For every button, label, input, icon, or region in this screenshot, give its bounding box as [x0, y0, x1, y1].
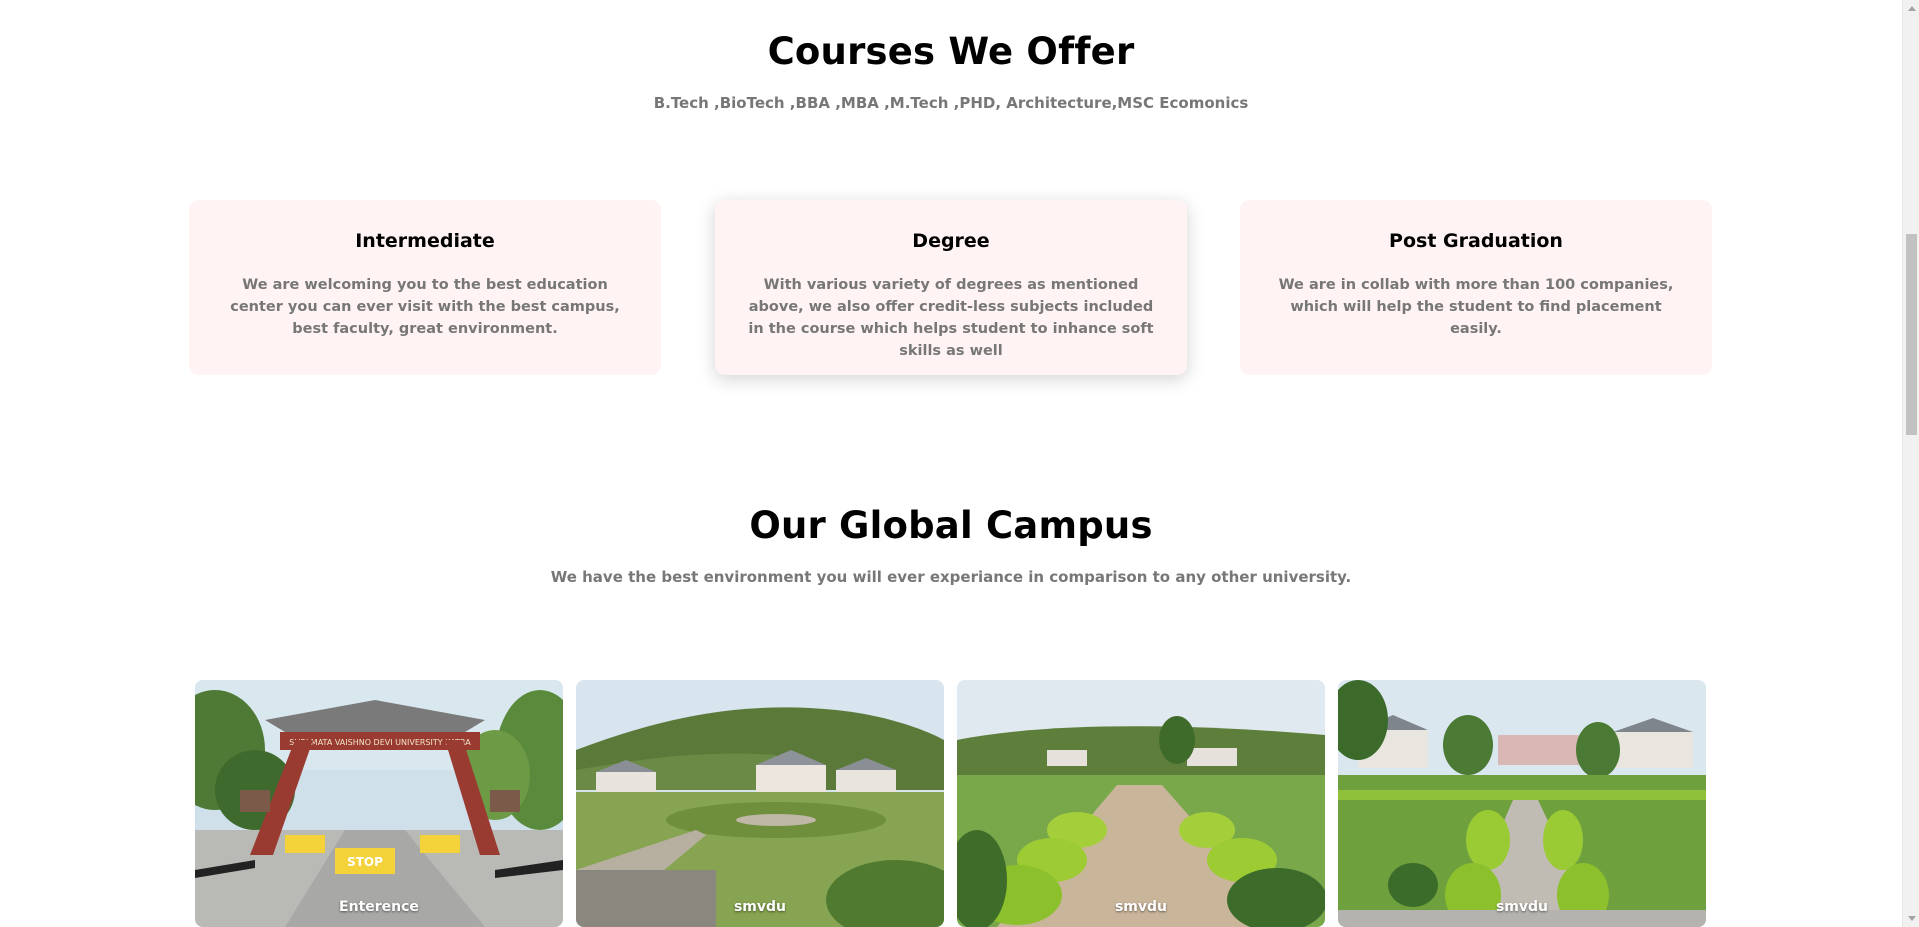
campus-photo-entrance[interactable]: SHRI MATA VAISHNO DEVI UNIVERSITY KATRA …: [195, 680, 563, 927]
campus-gallery: SHRI MATA VAISHNO DEVI UNIVERSITY KATRA …: [195, 680, 1707, 927]
campus-hillside-image: [576, 680, 944, 927]
course-card-title: Degree: [912, 230, 990, 252]
campus-title: Our Global Campus: [749, 504, 1153, 547]
scroll-down-arrow-icon[interactable]: [1903, 910, 1919, 927]
courses-subtitle: B.Tech ,BioTech ,BBA ,MBA ,M.Tech ,PHD, …: [653, 94, 1249, 112]
course-card-text: We are welcoming you to the best educati…: [230, 277, 620, 337]
course-card-text: With various variety of degrees as menti…: [748, 277, 1154, 359]
course-card-title: Post Graduation: [1389, 230, 1563, 252]
scroll-up-arrow-icon[interactable]: [1903, 0, 1919, 17]
gate-text: SHRI MATA VAISHNO DEVI UNIVERSITY KATRA: [289, 738, 471, 747]
campus-garden-image: [1338, 680, 1706, 927]
stop-sign-text: STOP: [347, 855, 383, 869]
photo-caption: smvdu: [1495, 899, 1549, 915]
scrollbar-thumb[interactable]: [1906, 234, 1917, 435]
course-card-title: Intermediate: [355, 230, 495, 252]
course-card-intermediate: Intermediate We are welcoming you to the…: [189, 200, 661, 375]
courses-title: Courses We Offer: [767, 30, 1135, 73]
course-card-post-graduation: Post Graduation We are in collab with mo…: [1240, 200, 1712, 375]
campus-photo-pathway[interactable]: smvdu: [957, 680, 1325, 927]
campus-photo-garden[interactable]: smvdu: [1338, 680, 1706, 927]
photo-caption: Enterence: [339, 899, 419, 915]
course-card-degree: Degree With various variety of degrees a…: [715, 200, 1187, 375]
page: Courses We Offer B.Tech ,BioTech ,BBA ,M…: [0, 0, 1902, 927]
campus-photo-hillside[interactable]: smvdu: [576, 680, 944, 927]
photo-caption: smvdu: [733, 899, 787, 915]
page-scrollbar[interactable]: [1902, 0, 1919, 927]
entrance-gate-image: SHRI MATA VAISHNO DEVI UNIVERSITY KATRA …: [195, 680, 563, 927]
campus-subtitle: We have the best environment you will ev…: [550, 568, 1352, 586]
photo-caption: smvdu: [1114, 899, 1168, 915]
course-card-text: We are in collab with more than 100 comp…: [1278, 277, 1674, 337]
campus-pathway-image: [957, 680, 1325, 927]
